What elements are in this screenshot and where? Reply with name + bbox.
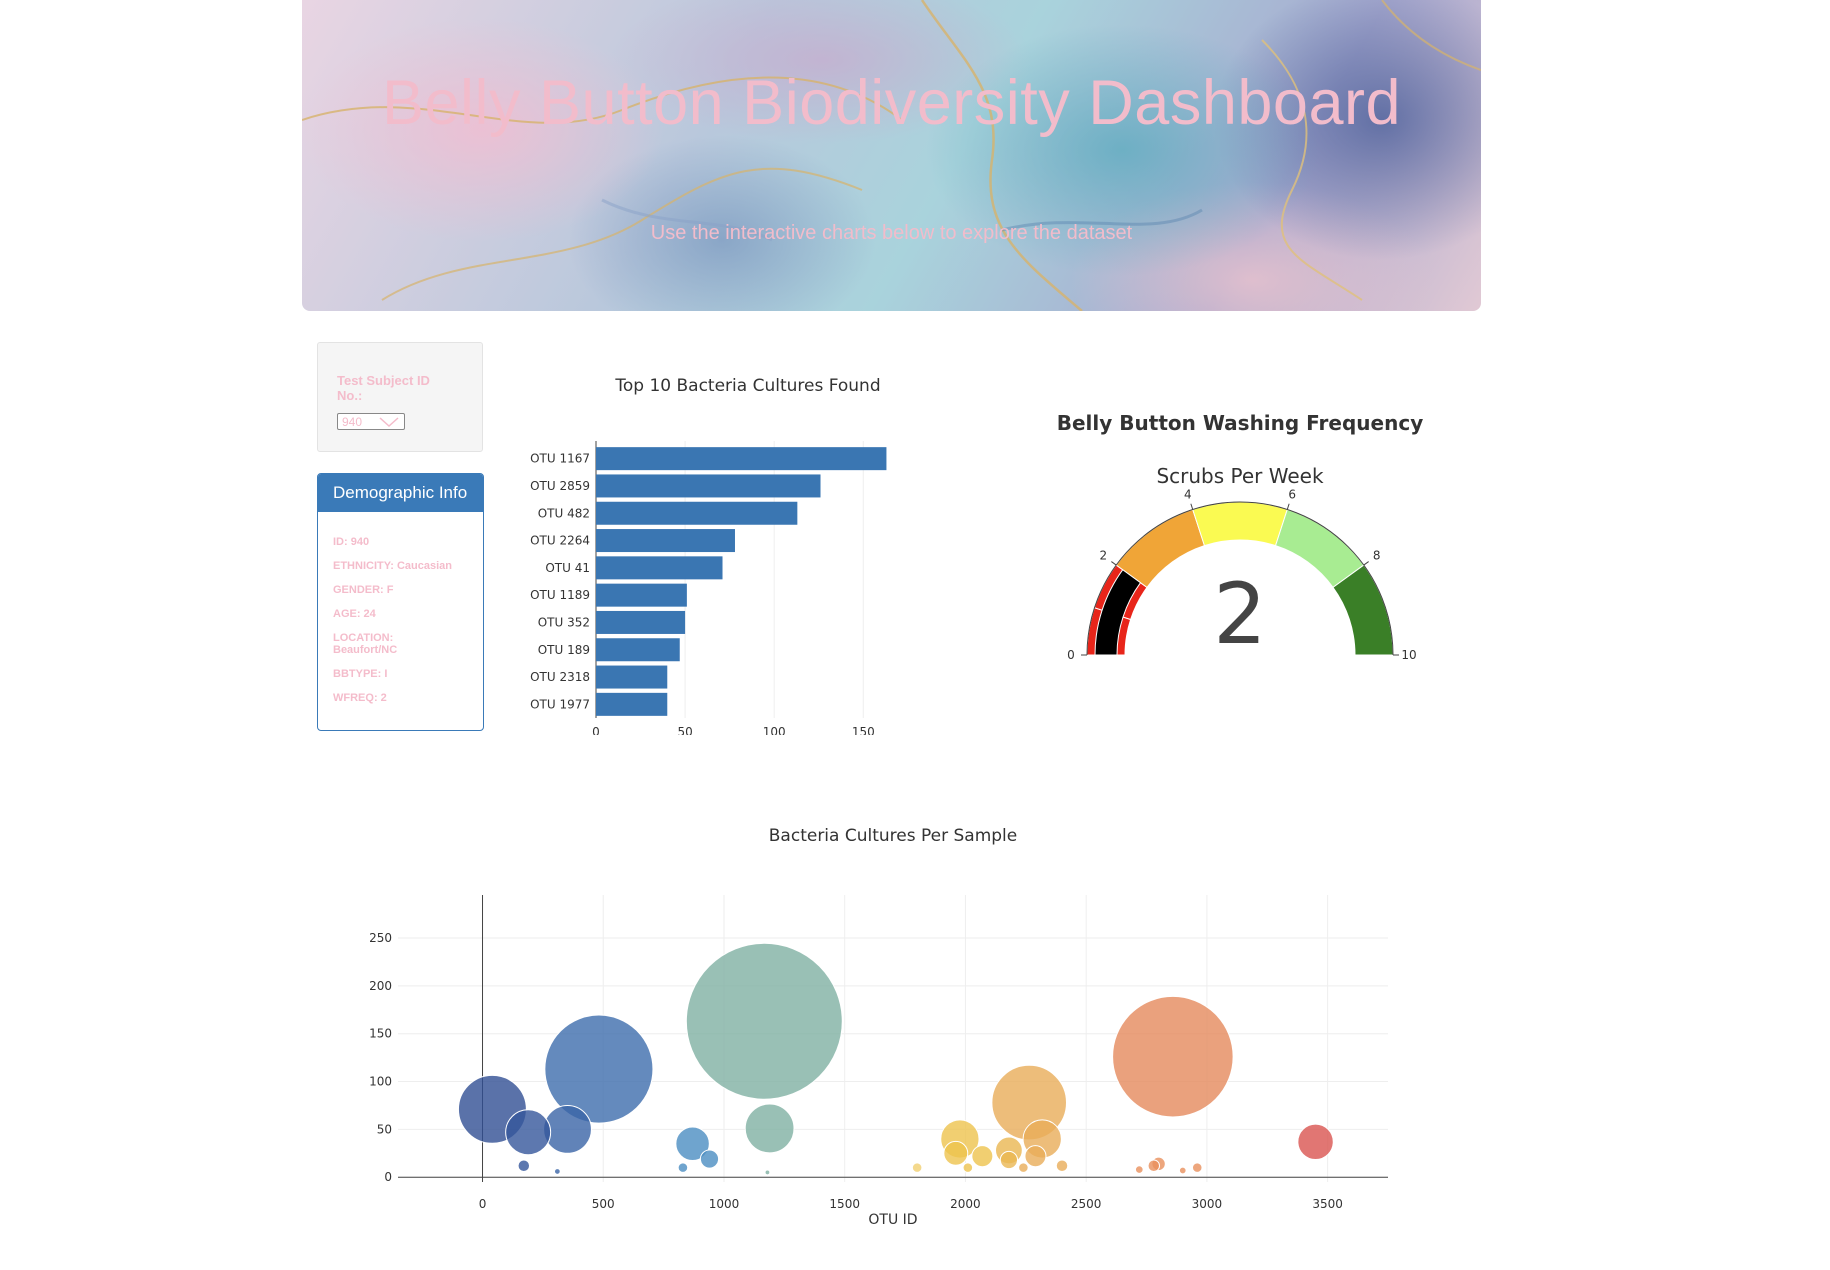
bubble-x-axis-label: OTU ID [868,1212,917,1228]
bubble [685,942,843,1100]
bubble [553,1168,561,1175]
bubble [1055,1159,1069,1172]
subject-id-label: Test Subject ID No.: [337,373,430,403]
bar [596,501,798,525]
bar-category-label: OTU 352 [538,615,590,629]
bubble [744,1103,795,1154]
gauge-tick [1111,561,1117,566]
top10-bar-chart[interactable]: Top 10 Bacteria Cultures Found 0 50 100 150 O… [520,365,910,735]
bubble-x-tick-label: 3500 [1312,1197,1343,1211]
bubble [1134,1165,1144,1174]
gauge-title: Belly Button Washing Frequency [1057,411,1423,435]
bubble [1018,1162,1029,1173]
washing-frequency-gauge[interactable]: Belly Button Washing Frequency Scrubs Per… [1030,395,1440,685]
bubble-y-tick-label: 50 [377,1122,392,1136]
demographic-info-body: ID: 940 ETHNICITY: Caucasian GENDER: F A… [318,512,483,704]
bar-x-tick-label: 50 [677,725,692,735]
bar-category-label: OTU 1167 [530,452,590,466]
bubble-x-tick-label: 1500 [829,1197,860,1211]
chevron-down-icon [379,417,399,428]
bar-category-label: OTU 41 [545,561,590,575]
bubble [505,1109,552,1156]
gauge-tick-label: 2 [1099,549,1107,563]
gauge-tick-label: 8 [1373,549,1381,563]
bubble-x-tick-label: 0 [479,1197,487,1211]
bar [596,474,821,498]
bar [596,583,687,607]
bar-x-tick-label: 100 [763,725,786,735]
bubble [1147,1159,1161,1172]
bubble [1024,1145,1047,1168]
header-banner: Belly Button Biodiversity Dashboard Use … [302,0,1481,311]
demographic-wfreq: WFREQ: 2 [333,692,387,704]
demographic-gender: GENDER: F [333,584,394,596]
bubble [1191,1162,1203,1173]
gauge-tick [1190,503,1194,510]
bubble [517,1159,531,1172]
bubble [943,1140,969,1166]
bubble-y-tick-label: 0 [384,1170,392,1184]
demographic-id: ID: 940 [333,536,370,548]
gauge-subtitle: Scrubs Per Week [1156,464,1324,488]
bar-x-tick-label: 0 [592,725,600,735]
bar-category-label: OTU 2859 [530,479,590,493]
subject-selector-panel: Test Subject ID No.: 940 [317,342,483,452]
subject-id-dropdown[interactable]: 940 [337,413,405,430]
bubble [911,1162,923,1173]
bar-category-label: OTU 2264 [530,534,590,548]
marble-background [302,0,1481,311]
bubble [677,1162,689,1173]
bubble [1112,995,1234,1118]
gauge-value: 2 [1213,565,1266,663]
bubble-y-tick-label: 100 [369,1075,392,1089]
bubble [971,1145,994,1168]
bubble-x-tick-label: 500 [592,1197,615,1211]
demographic-age: AGE: 24 [333,608,376,620]
demographic-location: LOCATION: Beaufort/NC [333,632,398,656]
gauge-tick [1363,561,1369,566]
bar [596,556,723,580]
gauge-step [1192,501,1288,547]
bubble-y-tick-label: 200 [369,979,392,993]
bubble [1297,1123,1334,1161]
bubble-y-tick-label: 150 [369,1027,392,1041]
demographic-info-panel: Demographic Info ID: 940 ETHNICITY: Cauc… [317,473,484,731]
bar-category-label: OTU 482 [538,506,590,520]
bar-x-tick-label: 150 [852,725,875,735]
demographic-bbtype: BBTYPE: I [333,668,388,680]
bar-category-label: OTU 1977 [530,697,590,711]
bar [596,610,686,634]
gauge-tick-label: 6 [1288,487,1296,501]
gauge-tick [1286,503,1290,510]
bubble-y-tick-label: 250 [369,931,392,945]
gauge-tick-label: 0 [1067,648,1075,662]
bubble-x-tick-label: 2000 [950,1197,981,1211]
bubble [699,1149,720,1169]
demographic-info-title: Demographic Info [318,474,483,512]
bar [596,665,668,689]
gauge-tick-label: 10 [1401,648,1416,662]
bar-chart-title: Top 10 Bacteria Cultures Found [614,376,880,396]
bar [596,692,668,716]
bubble-chart[interactable]: Bacteria Cultures Per Sample 0 50 100 150 200… [340,815,1420,1255]
bubble-chart-title: Bacteria Cultures Per Sample [769,826,1017,846]
bar-category-label: OTU 1189 [530,588,590,602]
bubble-x-tick-label: 3000 [1192,1197,1223,1211]
bar [596,638,680,662]
page-title: Belly Button Biodiversity Dashboard [381,68,1401,138]
bubble [962,1162,974,1173]
bar [596,447,887,471]
bubble [1178,1166,1187,1175]
bubble-x-tick-label: 1000 [709,1197,740,1211]
bar-category-label: OTU 2318 [530,670,590,684]
bubble-x-tick-label: 2500 [1071,1197,1102,1211]
bubble [764,1169,771,1176]
gauge-tick-label: 4 [1184,487,1192,501]
bar-category-label: OTU 189 [538,643,590,657]
demographic-ethnicity: ETHNICITY: Caucasian [333,560,452,572]
bar [596,529,735,553]
bubble [999,1150,1019,1170]
page-subtitle: Use the interactive charts below to expl… [650,222,1133,244]
subject-id-selected: 940 [342,415,363,429]
